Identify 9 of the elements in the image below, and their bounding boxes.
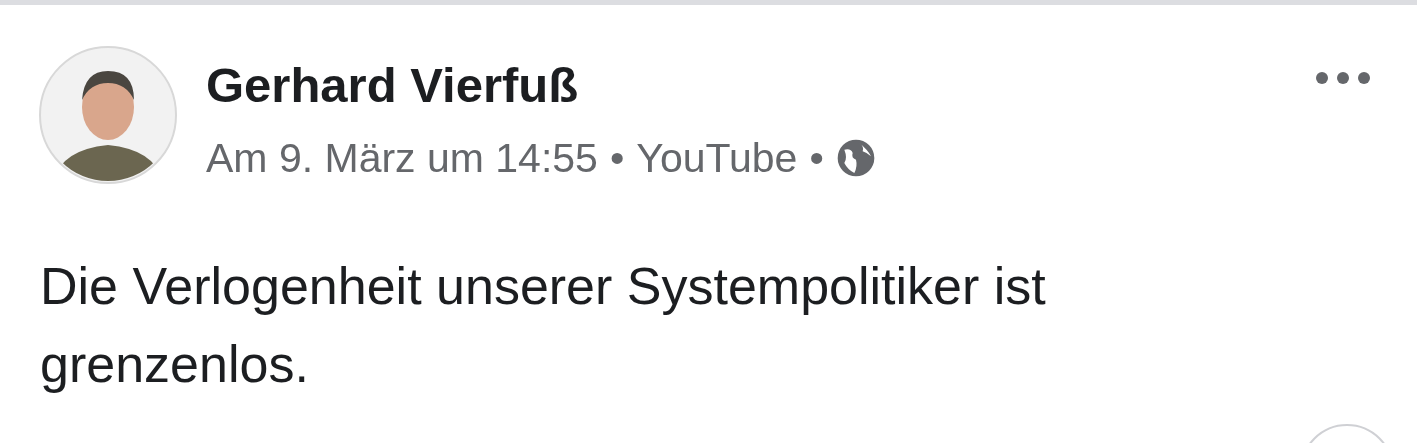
author-name[interactable]: Gerhard Vierfuß xyxy=(206,55,1315,115)
separator-dot: • xyxy=(609,134,625,183)
globe-icon xyxy=(835,138,876,178)
post-meta-text: Am 9. März um 14:55 xyxy=(206,134,598,183)
post-meta-text: YouTube xyxy=(636,134,798,183)
separator-dot: • xyxy=(809,134,824,183)
more-options-icon[interactable] xyxy=(1315,71,1371,85)
post-text: Die Verlogenheit unserer Systempolitiker ist grenzenlos. xyxy=(40,256,1047,395)
avatar[interactable] xyxy=(38,45,178,185)
